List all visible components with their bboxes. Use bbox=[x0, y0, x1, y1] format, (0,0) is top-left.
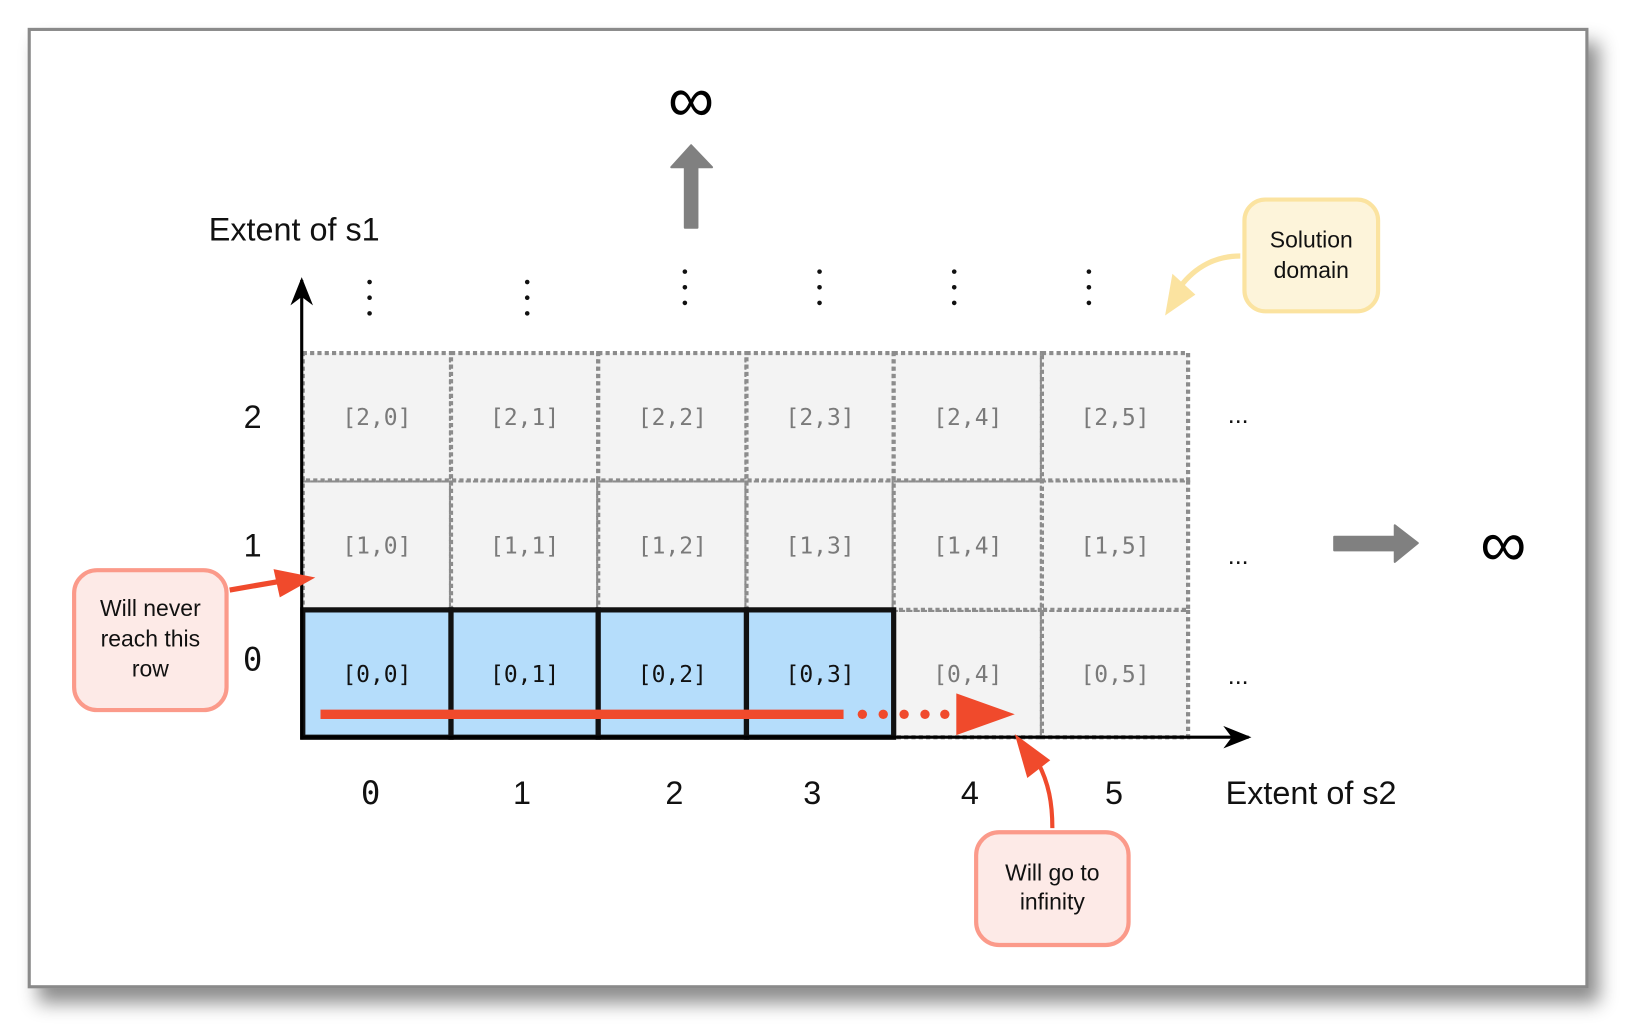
cell-label: [1,4] bbox=[933, 533, 1002, 559]
cell-label: [0,5] bbox=[1080, 662, 1149, 688]
horizontal-ellipsis: ... bbox=[1228, 401, 1249, 429]
go-infinity-line-2: infinity bbox=[1020, 889, 1086, 915]
cell-label: [1,3] bbox=[786, 533, 855, 559]
cell-label: [1,0] bbox=[342, 533, 411, 559]
row-tick: 0 bbox=[243, 640, 262, 678]
ellipsis-dot bbox=[682, 269, 688, 274]
solution-domain-line-2: domain bbox=[1274, 257, 1349, 283]
go-infinity-line-1: Will go to bbox=[1005, 859, 1099, 885]
cell-label: [2,5] bbox=[1080, 405, 1149, 431]
traversal-dot bbox=[899, 709, 909, 719]
col-tick: 2 bbox=[665, 775, 683, 811]
solution-domain-line-1: Solution bbox=[1270, 227, 1353, 253]
row-tick: 2 bbox=[244, 399, 262, 435]
ellipsis-dot bbox=[367, 295, 372, 301]
ellipsis-dot bbox=[524, 279, 530, 285]
row-tick: 1 bbox=[244, 528, 262, 564]
col-tick: 5 bbox=[1105, 775, 1123, 811]
cell-label: [0,4] bbox=[933, 662, 1002, 688]
horizontal-ellipsis: ... bbox=[1228, 542, 1249, 570]
cell-label: [1,2] bbox=[638, 533, 707, 559]
ellipsis-dot bbox=[682, 284, 688, 290]
col-tick: 3 bbox=[803, 775, 821, 811]
cell-label: [0,2] bbox=[638, 662, 707, 688]
cell-label: [2,0] bbox=[342, 405, 411, 431]
search-space-diagram: [0,4] [0,5] [1,0] [1,1] [1,2] [1,3] [1,4] [1,5]… bbox=[27, 27, 1589, 989]
ellipsis-dot bbox=[817, 269, 822, 274]
cell-label: [0,1] bbox=[490, 662, 559, 688]
cell-label: [2,2] bbox=[638, 405, 707, 431]
ellipsis-dot bbox=[1086, 300, 1092, 306]
cell-label: [1,5] bbox=[1080, 533, 1149, 559]
traversal-dot bbox=[920, 709, 930, 719]
ellipsis-dot bbox=[1086, 284, 1092, 290]
x-axis-label: Extent of s2 bbox=[1226, 775, 1397, 811]
never-reach-line-3: row bbox=[132, 656, 169, 682]
ellipsis-dot bbox=[951, 300, 957, 306]
traversal-dot bbox=[857, 709, 868, 719]
horizontal-ellipsis: ... bbox=[1228, 662, 1249, 690]
solution-domain-callout bbox=[1242, 197, 1381, 314]
ellipsis-dot bbox=[682, 300, 688, 306]
ellipsis-dot bbox=[1086, 269, 1092, 274]
ellipsis-dot bbox=[951, 269, 957, 274]
cell-label: [2,3] bbox=[786, 405, 855, 431]
ellipsis-dot bbox=[524, 295, 530, 301]
infinity-right: ∞ bbox=[1480, 507, 1526, 580]
col-tick: 4 bbox=[961, 775, 979, 811]
col-tick: 0 bbox=[361, 774, 380, 812]
traversal-dot bbox=[878, 709, 888, 719]
never-reach-line-2: reach this bbox=[101, 625, 201, 651]
cell-label: [0,3] bbox=[786, 662, 855, 688]
grid-cells: [0,4] [0,5] [1,0] [1,1] [1,2] [1,3] [1,4] [1,5]… bbox=[300, 350, 1191, 740]
infinity-top: ∞ bbox=[668, 62, 714, 135]
cell-label: [2,1] bbox=[490, 405, 559, 431]
y-axis-label: Extent of s1 bbox=[209, 211, 380, 247]
ellipsis-dot bbox=[817, 284, 822, 290]
never-reach-line-1: Will never bbox=[100, 595, 201, 621]
col-tick: 1 bbox=[513, 775, 531, 811]
ellipsis-dot bbox=[524, 311, 530, 316]
ellipsis-dot bbox=[367, 279, 372, 285]
ellipsis-dot bbox=[951, 284, 957, 290]
traversal-dot bbox=[940, 709, 950, 719]
ellipsis-dot bbox=[367, 311, 372, 316]
cell-label: [1,1] bbox=[490, 533, 559, 559]
cell-label: [0,0] bbox=[342, 662, 411, 688]
ellipsis-dot bbox=[817, 300, 822, 306]
cell-label: [2,4] bbox=[933, 405, 1002, 431]
